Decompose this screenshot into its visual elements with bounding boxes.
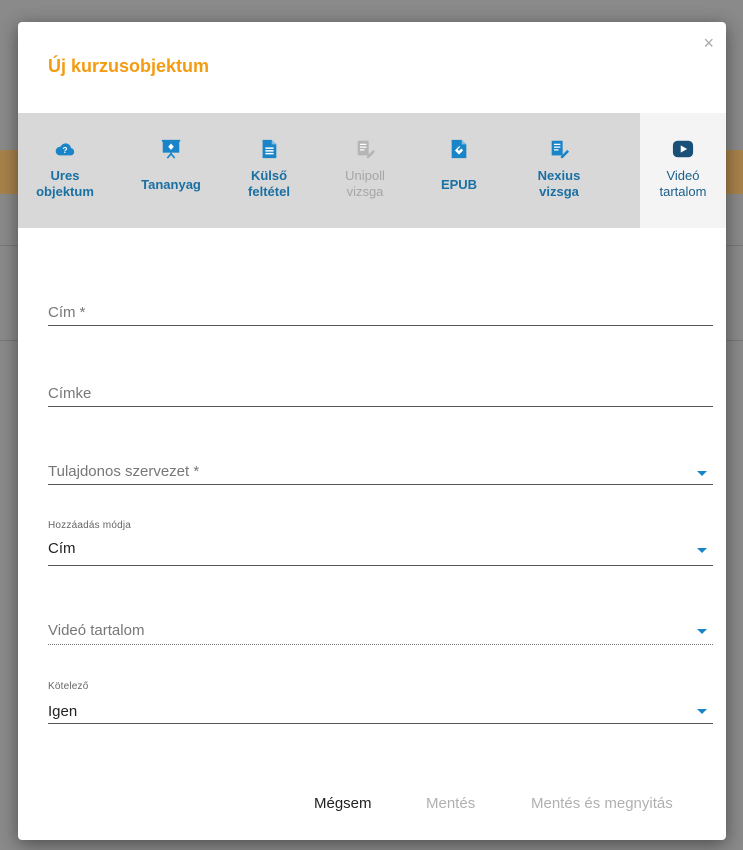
type-video-content[interactable]: Videó tartalom	[640, 113, 726, 228]
type-label: Külső feltétel	[248, 168, 290, 199]
tag-underline	[48, 406, 713, 407]
video-content-select[interactable]: Videó tartalom	[48, 616, 713, 656]
required-value: Igen	[48, 703, 78, 720]
chevron-down-icon[interactable]	[697, 629, 707, 634]
new-course-object-dialog: Új kurzusobjektum × ? Ures objektum Tana…	[18, 22, 726, 840]
play-icon	[672, 140, 694, 158]
required-select[interactable]: Kötelező Igen	[48, 681, 713, 731]
owner-underline	[48, 484, 713, 485]
pencil-list-icon	[357, 140, 376, 159]
type-label: Ures objektum	[36, 168, 94, 199]
presentation-board-icon	[161, 139, 181, 159]
type-learning-material[interactable]: Tananyag	[134, 113, 208, 228]
epub-file-icon	[451, 139, 467, 159]
add-mode-underline	[48, 565, 713, 566]
object-type-bar: ? Ures objektum Tananyag Külső feltétel	[18, 113, 726, 228]
video-placeholder: Videó tartalom	[48, 622, 145, 639]
title-placeholder: Cím *	[48, 304, 86, 321]
type-empty-object[interactable]: ? Ures objektum	[28, 113, 102, 228]
chevron-down-icon[interactable]	[697, 471, 707, 476]
exam-list-icon	[551, 140, 570, 159]
title-underline	[48, 325, 713, 326]
save-and-open-button[interactable]: Mentés és megnyitás	[531, 795, 673, 812]
save-button[interactable]: Mentés	[426, 795, 475, 812]
chevron-down-icon[interactable]	[697, 709, 707, 714]
owner-placeholder: Tulajdonos szervezet *	[48, 463, 200, 480]
type-label: EPUB	[440, 177, 478, 192]
cancel-button[interactable]: Mégsem	[314, 795, 372, 812]
type-label: Tananyag	[141, 177, 201, 192]
type-label: Unipoll vizsga	[345, 168, 385, 199]
svg-text:?: ?	[62, 146, 67, 155]
add-mode-value: Cím	[48, 540, 76, 557]
type-label: Videó tartalom	[659, 168, 707, 199]
video-underline	[48, 644, 713, 645]
required-underline	[48, 723, 713, 724]
add-mode-label: Hozzáadás módja	[48, 520, 132, 531]
chevron-down-icon[interactable]	[697, 548, 707, 553]
title-field[interactable]: Cím *	[48, 292, 713, 332]
type-nexius-exam[interactable]: Nexius vizsga	[522, 113, 596, 228]
type-external-condition[interactable]: Külső feltétel	[232, 113, 306, 228]
type-unipoll-exam: Unipoll vizsga	[328, 113, 402, 228]
tag-field[interactable]: Címke	[48, 374, 713, 414]
tag-placeholder: Címke	[48, 385, 92, 402]
add-mode-select[interactable]: Hozzáadás módja Cím	[48, 520, 713, 570]
cloud-question-icon: ?	[55, 143, 75, 156]
type-epub[interactable]: EPUB	[422, 113, 496, 228]
required-label: Kötelező	[48, 681, 89, 692]
close-icon[interactable]: ×	[703, 34, 714, 52]
owner-organization-select[interactable]: Tulajdonos szervezet *	[48, 452, 713, 492]
dialog-title: Új kurzusobjektum	[48, 56, 210, 76]
document-icon	[262, 139, 277, 159]
type-label: Nexius vizsga	[537, 168, 581, 199]
